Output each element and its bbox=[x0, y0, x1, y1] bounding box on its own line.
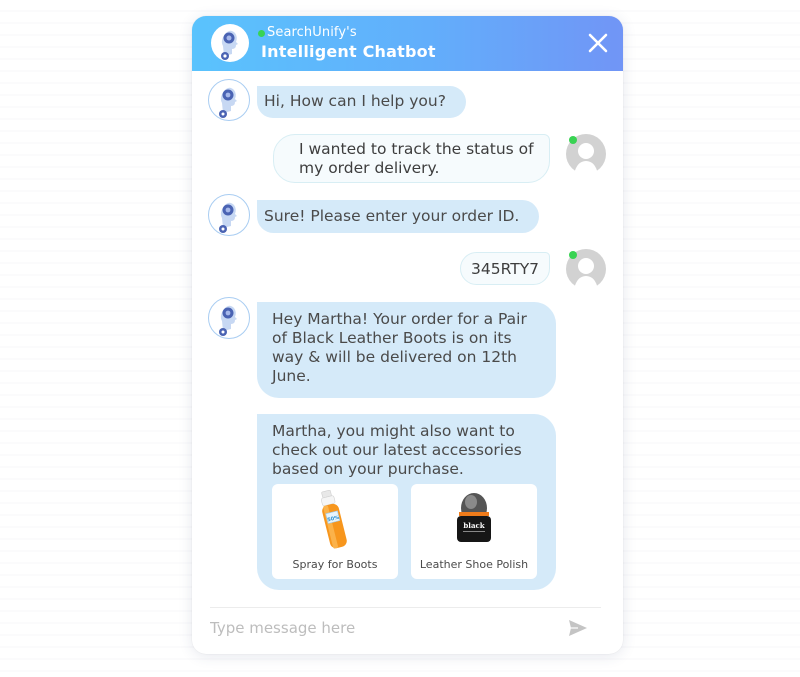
bot-avatar-icon bbox=[208, 79, 250, 121]
user-avatar bbox=[566, 134, 606, 174]
composer-divider bbox=[210, 607, 601, 608]
product-name: Spray for Boots bbox=[292, 558, 378, 571]
chatbot-widget: SearchUnify's Intelligent Chatbot Hi, Ho… bbox=[192, 16, 623, 654]
spray-bottle-image: 50% bbox=[272, 489, 398, 550]
bot-message: Hey Martha! Your order for a Pair of Bla… bbox=[257, 302, 556, 398]
message-input[interactable] bbox=[210, 616, 550, 640]
user-online-dot bbox=[569, 136, 577, 144]
header-title: Intelligent Chatbot bbox=[261, 42, 436, 61]
svg-text:black: black bbox=[463, 521, 484, 530]
send-icon bbox=[569, 620, 587, 636]
bot-avatar-icon bbox=[208, 194, 250, 236]
user-online-dot bbox=[569, 251, 577, 259]
online-status-dot bbox=[258, 30, 265, 37]
close-button[interactable] bbox=[585, 30, 611, 56]
product-card[interactable]: black Leather Shoe Polish bbox=[411, 484, 537, 579]
product-name: Leather Shoe Polish bbox=[419, 558, 529, 571]
bot-message: Sure! Please enter your order ID. bbox=[257, 200, 539, 233]
user-avatar bbox=[566, 249, 606, 289]
bot-avatar-icon bbox=[211, 24, 249, 62]
product-card[interactable]: 50% Spray for Boots bbox=[272, 484, 398, 579]
chat-header: SearchUnify's Intelligent Chatbot bbox=[192, 16, 623, 71]
bot-avatar-icon bbox=[208, 297, 250, 339]
bot-recommendation-message: Martha, you might also want to check out… bbox=[257, 414, 556, 590]
user-message: 345RTY7 bbox=[460, 252, 550, 285]
bot-message: Hi, How can I help you? bbox=[257, 86, 466, 118]
send-button[interactable] bbox=[568, 619, 588, 637]
close-icon bbox=[588, 33, 608, 53]
polish-bottle-image: black bbox=[411, 490, 537, 550]
recommendation-text: Martha, you might also want to check out… bbox=[272, 422, 522, 478]
user-message: I wanted to track the status of my order… bbox=[273, 134, 550, 183]
header-subtitle: SearchUnify's bbox=[267, 25, 357, 40]
